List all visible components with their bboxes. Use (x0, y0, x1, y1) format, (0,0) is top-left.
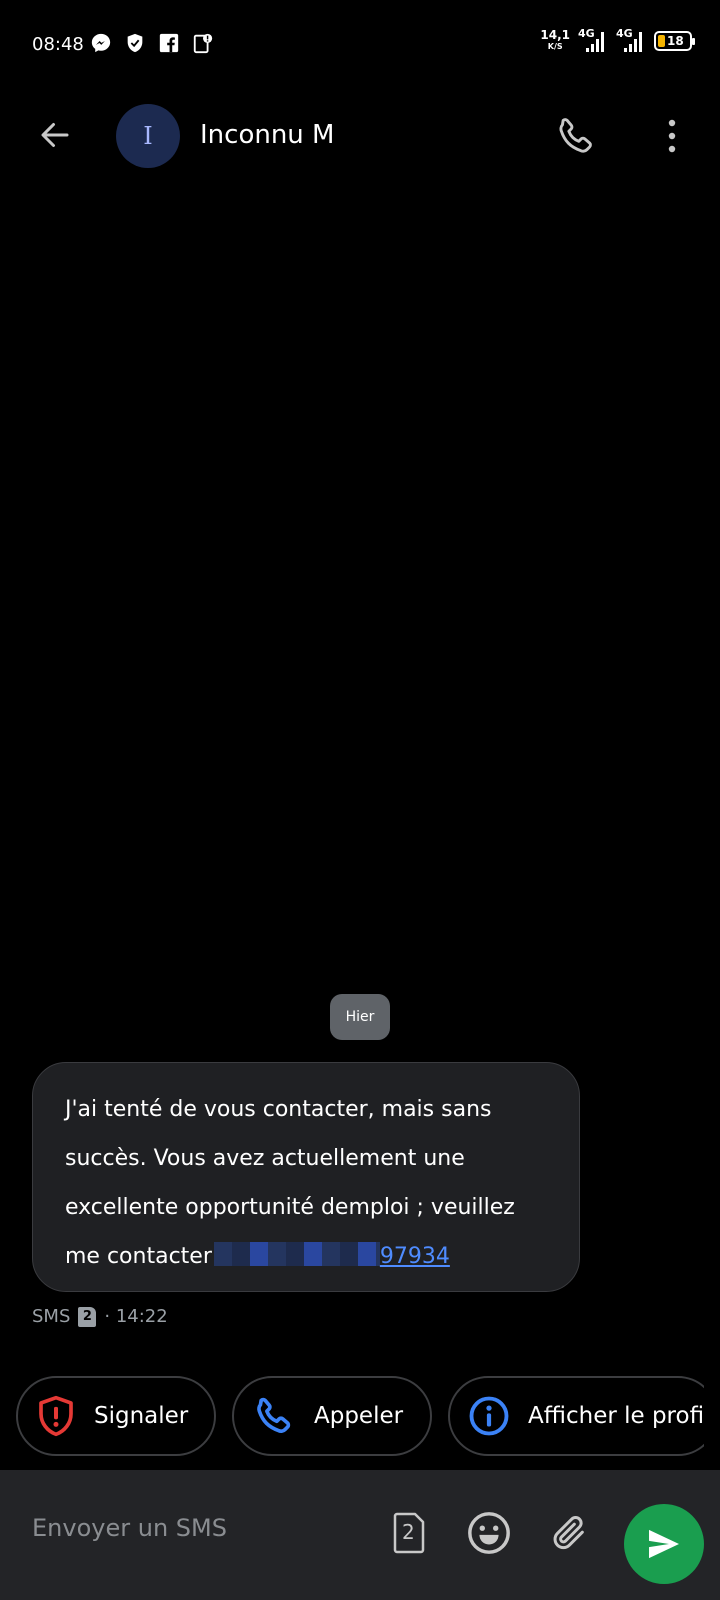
redacted-phone-segment (213, 1242, 380, 1266)
status-time: 08:48 (32, 34, 84, 55)
network-speed: 14,1 K/S (540, 28, 570, 52)
shield-check-icon (127, 33, 143, 53)
view-profile-chip-label: Afficher le profil (528, 1403, 704, 1429)
sim-select-button[interactable]: 2 (390, 1508, 430, 1558)
send-button[interactable] (624, 1504, 704, 1584)
arrow-left-icon (41, 123, 69, 147)
suggestion-chips: Signaler Appeler Afficher le profil (16, 1376, 704, 1456)
message-time: · 14:22 (104, 1306, 168, 1327)
report-chip-label: Signaler (94, 1403, 189, 1429)
paperclip-icon (553, 1516, 584, 1550)
contact-avatar[interactable]: I (116, 104, 180, 168)
sim1-signal-icon: 4G (578, 27, 608, 52)
sim2-signal-icon: 4G (616, 27, 646, 52)
info-icon (469, 1396, 509, 1436)
send-icon (649, 1529, 679, 1559)
status-notification-icons (90, 32, 214, 54)
conversation-header: I Inconnu M (0, 90, 720, 180)
facebook-icon (159, 33, 179, 53)
status-bar: 08:48 14,1 K/S 4G 4G 18 (0, 0, 720, 90)
message-bubble[interactable]: J'ai tenté de vous contacter, mais sans … (32, 1062, 580, 1292)
sim-card-icon: 2 (78, 1306, 97, 1327)
notification-badge-icon (193, 33, 213, 54)
phone-number-link[interactable]: 97934 (380, 1244, 450, 1269)
message-sim-number: 2 (82, 1309, 92, 1324)
back-button[interactable] (30, 112, 80, 158)
phone-icon (559, 118, 592, 153)
emoji-icon (468, 1512, 510, 1554)
messenger-icon (91, 33, 111, 53)
network-speed-unit: K/S (547, 42, 563, 51)
more-options-button[interactable] (652, 110, 692, 162)
battery-fill (658, 35, 665, 47)
message-meta: SMS 2 · 14:22 (32, 1306, 168, 1327)
call-chip[interactable]: Appeler (232, 1376, 432, 1456)
shield-alert-icon (39, 1395, 73, 1437)
battery-level: 18 (667, 34, 684, 48)
view-profile-chip[interactable]: Afficher le profil (448, 1376, 704, 1456)
date-separator: Hier (330, 994, 390, 1040)
status-system-icons: 14,1 K/S 4G 4G 18 (540, 27, 695, 52)
report-chip[interactable]: Signaler (16, 1376, 216, 1456)
message-input[interactable]: Envoyer un SMS (32, 1514, 227, 1542)
attach-button[interactable] (546, 1508, 592, 1558)
sim-select-number: 2 (402, 1520, 415, 1544)
message-text[interactable]: J'ai tenté de vous contacter, mais sans … (65, 1085, 549, 1281)
network-speed-value: 14,1 (540, 28, 570, 42)
avatar-letter: I (143, 122, 153, 150)
contact-name[interactable]: Inconnu M (200, 120, 334, 150)
phone-icon (257, 1397, 291, 1433)
battery-icon: 18 (654, 31, 695, 51)
more-vertical-icon (668, 119, 676, 153)
call-button[interactable] (550, 110, 602, 162)
message-composer: Envoyer un SMS 2 (0, 1470, 720, 1600)
sim1-network-type: 4G (578, 27, 595, 40)
sim2-network-type: 4G (616, 27, 633, 40)
emoji-button[interactable] (464, 1508, 514, 1558)
call-chip-label: Appeler (314, 1403, 404, 1429)
message-type: SMS (32, 1306, 71, 1327)
